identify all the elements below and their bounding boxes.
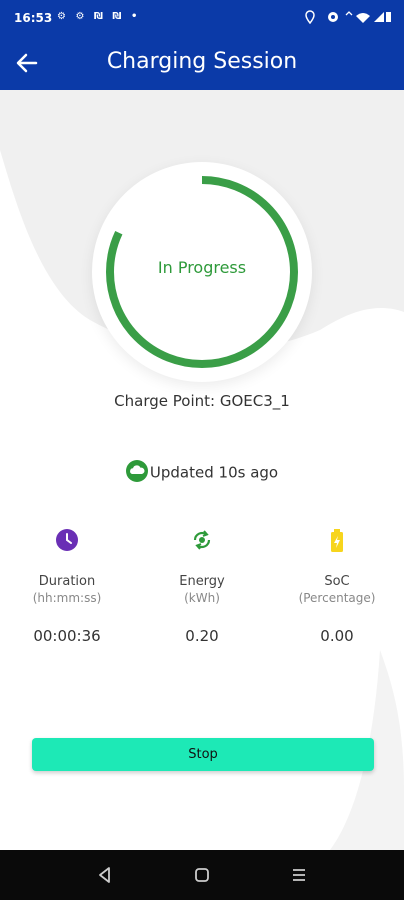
metric-energy: Energy (kWh) 0.20 — [135, 528, 269, 645]
nav-home-icon[interactable] — [192, 865, 212, 885]
metric-soc: SoC (Percentage) 0.00 — [270, 528, 404, 645]
system-status-icons — [304, 10, 392, 27]
app-header: Charging Session — [0, 36, 404, 90]
clock-icon — [0, 528, 134, 554]
metric-label: Duration — [38, 574, 96, 589]
charge-point-label: Charge Point: GOEC3_1 — [114, 392, 290, 410]
metric-unit: (hh:mm:ss) — [32, 591, 102, 605]
battery-icon — [270, 528, 404, 554]
notification-icons: ⚙ ⚙ ₪ ₪ • — [57, 11, 141, 22]
updated-status: Updated 10s ago — [0, 460, 404, 486]
page-title: Charging Session — [106, 49, 298, 74]
system-nav-bar — [0, 850, 404, 900]
metric-label: Energy — [179, 574, 225, 589]
nav-back-icon[interactable] — [95, 865, 115, 885]
metric-value: 0.00 — [320, 627, 354, 645]
metric-unit: (Percentage) — [298, 591, 376, 605]
cloud-icon — [125, 460, 148, 486]
metric-value: 0.20 — [185, 627, 219, 645]
status-bar: 16:53 ⚙ ⚙ ₪ ₪ • — [0, 0, 404, 36]
session-content: In Progress Charge Point: GOEC3_1 Update… — [0, 90, 404, 850]
metric-label: SoC — [324, 574, 350, 589]
energy-icon — [135, 528, 269, 554]
metric-value: 00:00:36 — [33, 627, 101, 645]
progress-status: In Progress — [157, 258, 247, 277]
nav-recents-icon[interactable] — [289, 865, 309, 885]
status-time: 16:53 — [14, 11, 53, 25]
stop-button[interactable]: Stop — [32, 738, 374, 771]
metric-duration: Duration (hh:mm:ss) 00:00:36 — [0, 528, 134, 645]
metric-unit: (kWh) — [184, 591, 220, 605]
progress-circle: In Progress — [92, 162, 312, 382]
updated-text: Updated 10s ago — [149, 463, 279, 482]
